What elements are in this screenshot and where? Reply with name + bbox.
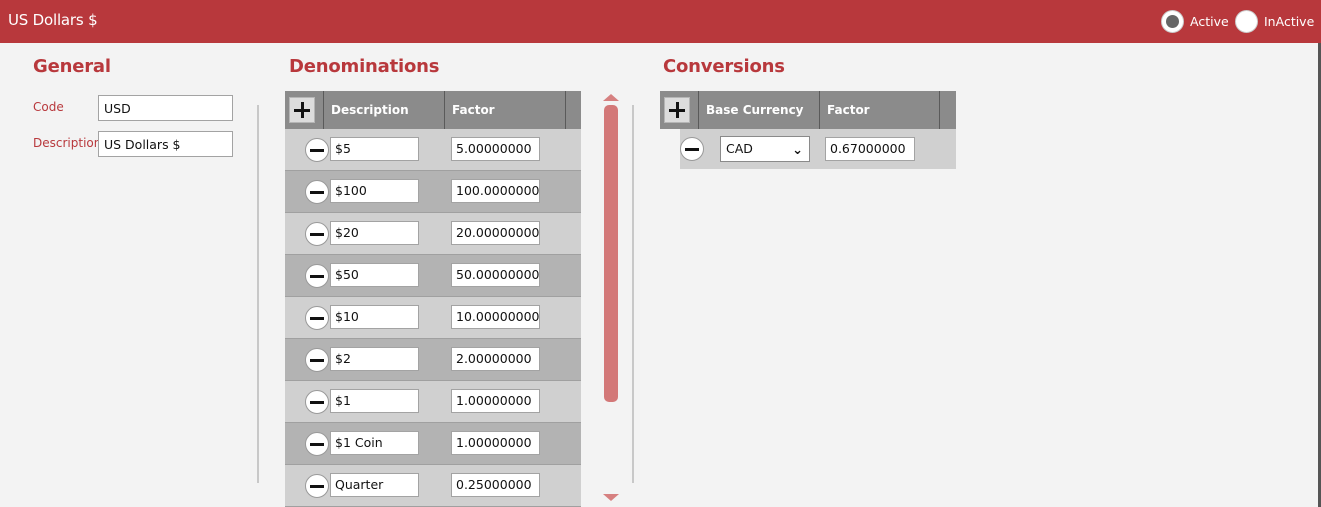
denomination-factor-input[interactable]: 20.00000000 [451,221,540,245]
base-currency-value: CAD [726,141,753,156]
scroll-down-arrow[interactable] [603,494,619,501]
base-currency-select[interactable]: CAD ⌄ [720,136,810,162]
conversions-col-base-currency: Base Currency [698,91,820,129]
scrollbar-thumb[interactable] [604,105,618,402]
denomination-description-input[interactable]: Quarter [330,473,419,497]
denomination-row: $1 1.00000000 [285,381,581,423]
general-title: General [33,56,111,77]
remove-denomination-button[interactable] [305,390,329,414]
denomination-row: $50 50.00000000 [285,255,581,297]
denomination-factor-input[interactable]: 0.25000000 [451,473,540,497]
denomination-row: $5 5.00000000 [285,129,581,171]
remove-denomination-button[interactable] [305,180,329,204]
denominations-grid-header: Description Factor [285,91,581,129]
chevron-down-icon: ⌄ [792,143,803,158]
conversion-row: CAD ⌄ 0.67000000 [660,129,956,169]
add-conversion-button[interactable] [664,97,690,123]
denomination-description-input[interactable]: $2 [330,347,419,371]
code-label: Code [33,100,64,114]
denomination-row: Quarter 0.25000000 [285,465,581,507]
denomination-factor-input[interactable]: 1.00000000 [451,431,540,455]
denomination-factor-input[interactable]: 1.00000000 [451,389,540,413]
conversions-grid-header: Base Currency Factor [660,91,956,129]
remove-denomination-button[interactable] [305,348,329,372]
divider-left [257,105,259,483]
denominations-title: Denominations [289,56,440,77]
denomination-description-input[interactable]: $1 [330,389,419,413]
radio-inactive-label: InActive [1264,14,1315,29]
scroll-up-arrow[interactable] [603,94,619,101]
description-label: Description [33,136,102,150]
denomination-row: $20 20.00000000 [285,213,581,255]
conversions-header-endcap [939,91,956,129]
denomination-description-input[interactable]: $50 [330,263,419,287]
denominations-col-factor: Factor [444,91,565,129]
remove-conversion-button[interactable] [680,137,704,161]
add-denomination-button[interactable] [289,97,315,123]
remove-denomination-button[interactable] [305,306,329,330]
denomination-description-input[interactable]: $1 Coin [330,431,419,455]
denomination-factor-input[interactable]: 50.00000000 [451,263,540,287]
radio-active-label: Active [1190,14,1229,29]
denomination-description-input[interactable]: $20 [330,221,419,245]
radio-inactive[interactable]: InActive [1235,10,1314,33]
remove-denomination-button[interactable] [305,264,329,288]
conversions-col-factor: Factor [819,91,940,129]
remove-denomination-button[interactable] [305,432,329,456]
denomination-description-input[interactable]: $100 [330,179,419,203]
code-input[interactable] [98,95,233,121]
conversion-factor-input[interactable]: 0.67000000 [825,137,915,161]
denomination-description-input[interactable]: $10 [330,305,419,329]
description-input[interactable] [98,131,233,157]
denomination-description-input[interactable]: $5 [330,137,419,161]
page-title: US Dollars $ [8,11,98,29]
conversions-title: Conversions [663,56,785,77]
denomination-row: $100 100.00000000 [285,171,581,213]
radio-inactive-circle[interactable] [1235,10,1258,33]
remove-denomination-button[interactable] [305,222,329,246]
remove-denomination-button[interactable] [305,474,329,498]
denomination-factor-input[interactable]: 2.00000000 [451,347,540,371]
denomination-factor-input[interactable]: 5.00000000 [451,137,540,161]
denomination-row: $2 2.00000000 [285,339,581,381]
denominations-col-description: Description [323,91,445,129]
conversions-grid-body: CAD ⌄ 0.67000000 [660,129,956,169]
title-bar: US Dollars $ Active InActive [0,0,1321,43]
denomination-factor-input[interactable]: 10.00000000 [451,305,540,329]
denomination-row: $10 10.00000000 [285,297,581,339]
radio-active[interactable]: Active [1161,10,1229,33]
remove-denomination-button[interactable] [305,138,329,162]
denomination-factor-input[interactable]: 100.00000000 [451,179,540,203]
divider-right [632,105,634,483]
denominations-header-endcap [565,91,581,129]
denominations-grid-body: $5 5.00000000 $100 100.00000000 $20 20.000000… [285,129,581,507]
conversion-row-gutter [660,129,680,169]
radio-active-circle[interactable] [1161,10,1184,33]
denomination-row: $1 Coin 1.00000000 [285,423,581,465]
